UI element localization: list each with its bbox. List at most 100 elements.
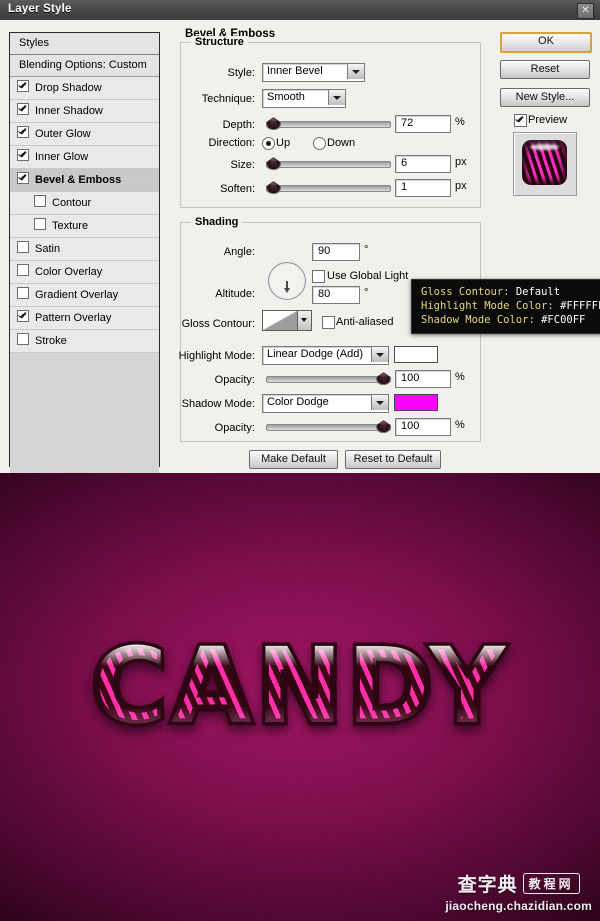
preview-label[interactable]: Preview	[528, 114, 567, 126]
size-input[interactable]: 6	[395, 155, 451, 173]
close-icon[interactable]: ✕	[577, 3, 594, 19]
gloss-contour-label: Gloss Contour:	[181, 318, 255, 330]
size-value: 6	[401, 157, 408, 169]
watermark-tag: 教程网	[522, 873, 580, 894]
highlight-mode-select[interactable]: Linear Dodge (Add)	[262, 346, 389, 365]
dialog-body: Styles Blending Options: Custom Drop Sha…	[0, 20, 600, 786]
callout-line-2: Highlight Mode Color: #FFFFFF	[421, 300, 600, 312]
ok-button[interactable]: OK	[500, 32, 592, 53]
highlight-opacity-thumb[interactable]	[376, 372, 391, 385]
shadow-opacity-track	[266, 424, 391, 431]
title-bar: Layer Style ✕	[0, 0, 600, 21]
highlight-color-swatch[interactable]	[394, 346, 438, 363]
direction-label: Direction:	[208, 137, 255, 149]
size-slider[interactable]	[266, 157, 391, 170]
effect-checkbox[interactable]	[17, 80, 29, 92]
effect-checkbox[interactable]	[17, 126, 29, 138]
effect-checkbox[interactable]	[17, 333, 29, 345]
blending-options-item[interactable]: Blending Options: Custom	[10, 55, 159, 77]
preview-checkbox[interactable]	[514, 114, 527, 127]
angle-input[interactable]: 90	[312, 243, 360, 261]
effect-item[interactable]: Texture	[10, 215, 159, 238]
direction-up-label[interactable]: Up	[276, 137, 300, 149]
depth-slider-thumb[interactable]	[266, 117, 281, 130]
effect-checkbox[interactable]	[34, 195, 46, 207]
use-global-light-checkbox[interactable]	[312, 270, 325, 283]
layer-style-window: Layer Style ✕ Styles Blending Options: C…	[0, 0, 600, 921]
angle-label: Angle:	[223, 246, 255, 258]
gloss-contour-dropdown[interactable]	[297, 310, 312, 331]
effect-checkbox[interactable]	[17, 287, 29, 299]
effect-item[interactable]: Satin	[10, 238, 159, 261]
gloss-contour-preview[interactable]	[262, 310, 298, 331]
shadow-opacity-thumb[interactable]	[376, 420, 391, 433]
effect-item[interactable]: Outer Glow	[10, 123, 159, 146]
highlight-opacity-track	[266, 376, 391, 383]
direction-down-radio[interactable]	[313, 137, 326, 150]
technique-select[interactable]: Smooth	[262, 89, 346, 108]
effect-item[interactable]: Inner Glow	[10, 146, 159, 169]
effect-checkbox[interactable]	[17, 149, 29, 161]
effect-item[interactable]: Color Overlay	[10, 261, 159, 284]
soften-value: 1	[401, 181, 408, 193]
effect-checkbox[interactable]	[34, 218, 46, 230]
depth-slider[interactable]	[266, 117, 391, 130]
effect-label: Texture	[52, 220, 89, 232]
effect-checkbox[interactable]	[17, 310, 29, 322]
effect-item[interactable]: Pattern Overlay	[10, 307, 159, 330]
window-title: Layer Style	[8, 3, 72, 15]
altitude-value: 80	[318, 288, 331, 300]
effect-checkbox[interactable]	[17, 264, 29, 276]
effect-item[interactable]: Stroke	[10, 330, 159, 353]
depth-input[interactable]: 72	[395, 115, 451, 133]
altitude-label: Altitude:	[215, 288, 255, 300]
effect-label: Gradient Overlay	[35, 289, 119, 301]
anti-aliased-checkbox[interactable]	[322, 316, 335, 329]
effect-item[interactable]: Inner Shadow	[10, 100, 159, 123]
direction-up-radio[interactable]	[262, 137, 275, 150]
shadow-mode-label: Shadow Mode:	[181, 398, 255, 410]
soften-slider-thumb[interactable]	[266, 181, 281, 194]
highlight-opacity-label: Opacity:	[214, 374, 255, 386]
chevron-down-icon	[371, 395, 388, 410]
angle-value: 90	[318, 245, 331, 257]
shadow-opacity-input[interactable]: 100	[395, 418, 451, 436]
style-select-value: Inner Bevel	[267, 65, 323, 77]
effect-label: Drop Shadow	[35, 82, 102, 94]
size-slider-thumb[interactable]	[266, 157, 281, 170]
effect-item[interactable]: Bevel & Emboss	[10, 169, 159, 192]
technique-select-value: Smooth	[267, 91, 305, 103]
effect-item[interactable]: Contour	[10, 192, 159, 215]
shadow-opacity-label: Opacity:	[214, 422, 255, 434]
highlight-opacity-input[interactable]: 100	[395, 370, 451, 388]
info-callout: Gloss Contour: Default Highlight Mode Co…	[411, 279, 600, 334]
shading-group-label: Shading	[191, 216, 243, 228]
soften-unit: px	[455, 180, 467, 192]
candy-text-artwork: CANDY	[0, 622, 600, 751]
angle-dial[interactable]	[268, 262, 306, 300]
shadow-color-swatch[interactable]	[394, 394, 438, 411]
new-style-button[interactable]: New Style...	[500, 88, 590, 107]
styles-list-panel: Styles Blending Options: Custom Drop Sha…	[9, 32, 160, 786]
reset-button[interactable]: Reset	[500, 60, 590, 79]
effect-item[interactable]: Gradient Overlay	[10, 284, 159, 307]
chevron-down-icon	[371, 347, 388, 362]
watermark-brand: 查字典	[457, 874, 518, 896]
altitude-input[interactable]: 80	[312, 286, 360, 304]
style-select[interactable]: Inner Bevel	[262, 63, 365, 82]
direction-down-label[interactable]: Down	[327, 137, 367, 149]
soften-input[interactable]: 1	[395, 179, 451, 197]
effect-checkbox[interactable]	[17, 103, 29, 115]
effect-item[interactable]: Drop Shadow	[10, 77, 159, 100]
effect-checkbox[interactable]	[17, 172, 29, 184]
highlight-opacity-slider[interactable]	[266, 372, 391, 385]
highlight-opacity-unit: %	[455, 371, 465, 383]
highlight-mode-label: Highlight Mode:	[178, 350, 255, 362]
shadow-mode-select[interactable]: Color Dodge	[262, 394, 389, 413]
make-default-button[interactable]: Make Default	[249, 450, 338, 469]
styles-header[interactable]: Styles	[10, 33, 159, 55]
reset-to-default-button[interactable]: Reset to Default	[345, 450, 441, 469]
shadow-opacity-slider[interactable]	[266, 420, 391, 433]
effect-checkbox[interactable]	[17, 241, 29, 253]
soften-slider[interactable]	[266, 181, 391, 194]
